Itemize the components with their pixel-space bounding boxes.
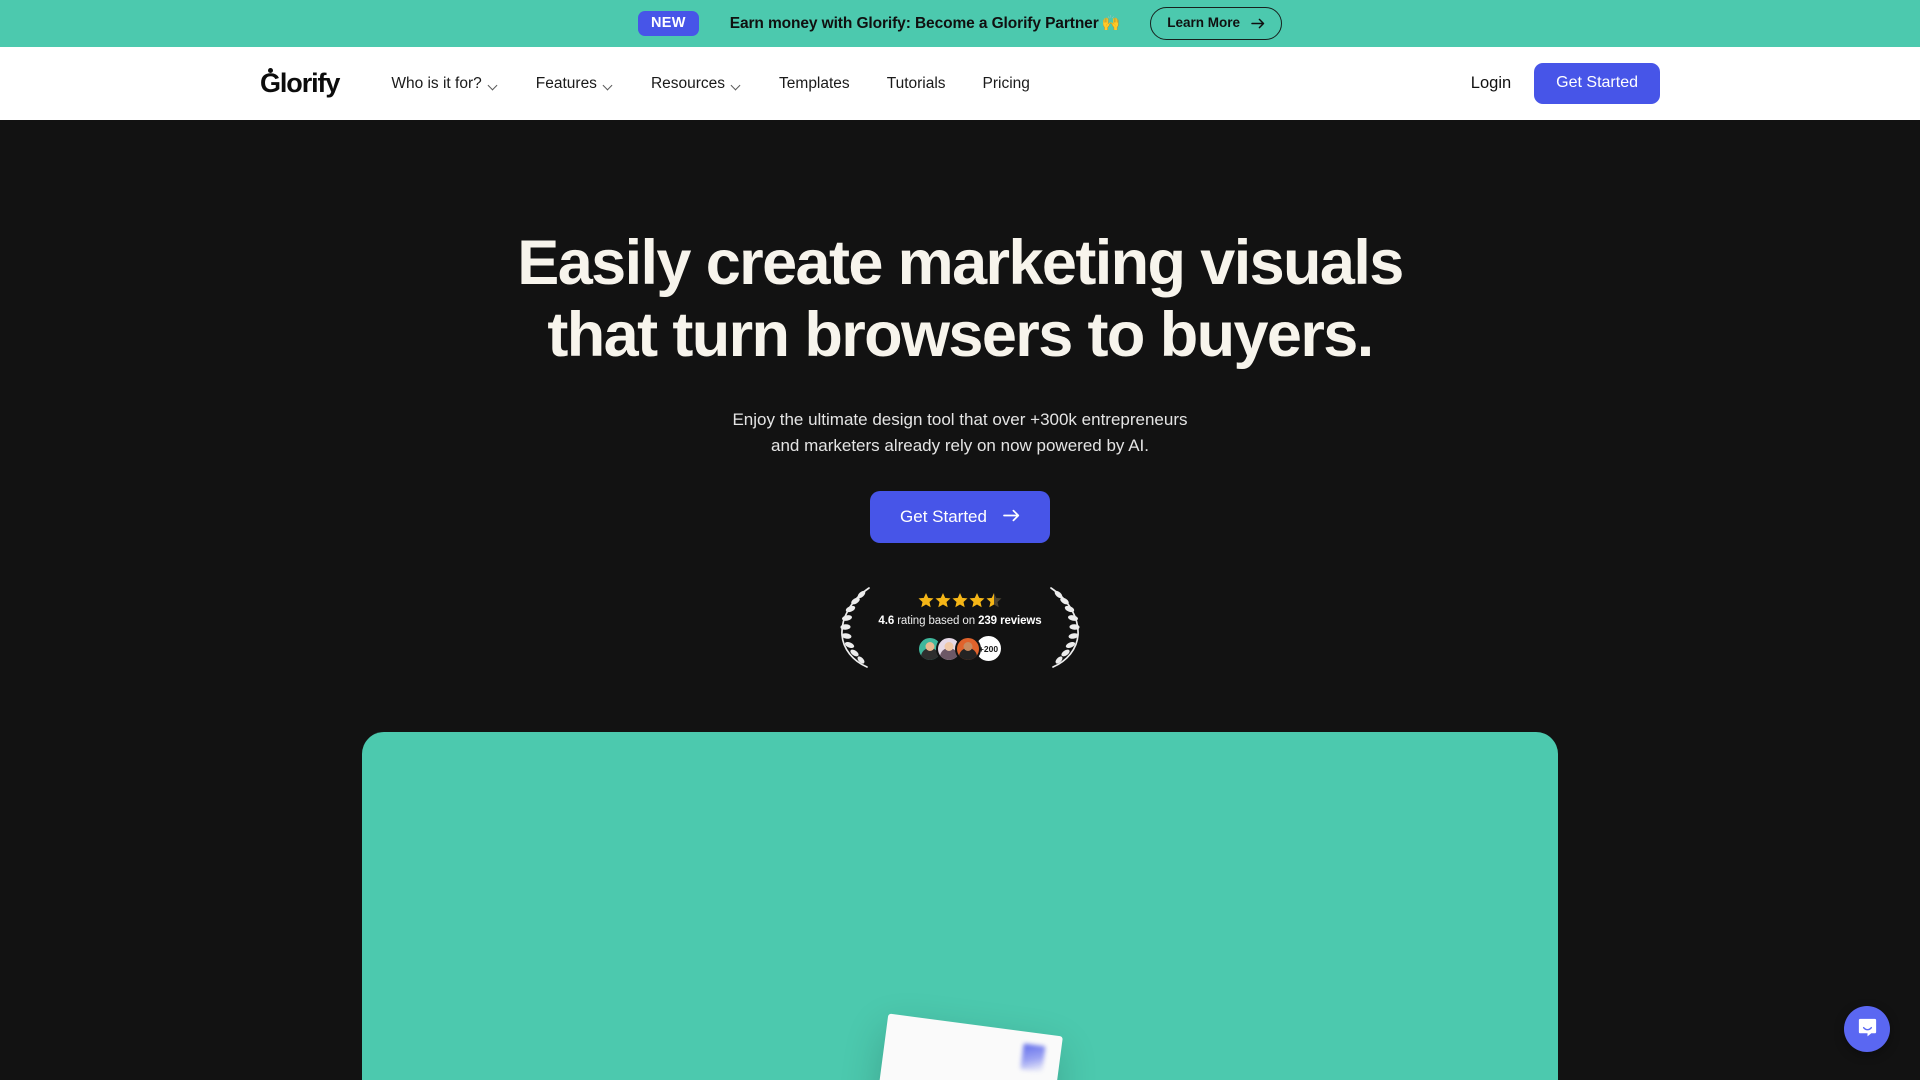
nav-links: Who is it for? Features Resources Templa… [391, 67, 1030, 101]
new-badge: NEW [637, 10, 699, 37]
announcement-message: Earn money with Glorify: Become a Glorif… [729, 14, 1099, 32]
star-icon-half [986, 592, 1002, 613]
nav-item-features[interactable]: Features [536, 67, 614, 101]
login-link[interactable]: Login [1471, 74, 1511, 93]
hero-headline-line-2: that turn browsers to buyers. [547, 299, 1374, 370]
laurel-wreath-left-icon [836, 585, 872, 674]
rating-summary-text: 4.6 rating based on 239 reviews [878, 615, 1041, 627]
star-icon-filled [935, 592, 951, 613]
hero-headline-line-1: Easily create marketing visuals [517, 228, 1404, 298]
rating-score: 4.6 [878, 615, 895, 628]
reviewer-avatar-3 [955, 635, 981, 662]
hero-headline: Easily create marketing visuals that tur… [410, 228, 1510, 371]
get-started-button-hero[interactable]: Get Started [870, 490, 1050, 543]
star-icon-filled [918, 592, 934, 613]
chevron-down-icon [732, 82, 742, 88]
hero-cta-wrapper: Get Started [0, 490, 1920, 543]
nav-item-templates[interactable]: Templates [779, 67, 850, 101]
nav-right-group: Login Get Started [1471, 63, 1660, 104]
card-gradient-accent [1020, 1043, 1046, 1072]
reviewer-avatars: +200 [917, 634, 1003, 664]
hero-sub-line-1: Enjoy the ultimate design tool that over… [732, 410, 1188, 429]
get-started-label: Get Started [900, 506, 987, 526]
nav-item-who-is-it-for[interactable]: Who is it for? [391, 67, 498, 101]
glorify-logo[interactable]: Glorify [260, 68, 343, 99]
nav-item-resources[interactable]: Resources [651, 67, 742, 101]
get-started-button-nav[interactable]: Get Started [1534, 63, 1660, 104]
announcement-banner: NEW Earn money with Glorify: Become a Gl… [0, 0, 1920, 47]
learn-more-button[interactable]: Learn More [1150, 7, 1282, 40]
learn-more-label: Learn More [1167, 15, 1240, 31]
rating-core: 4.6 rating based on 239 reviews +200 [872, 592, 1047, 664]
chevron-down-icon [604, 82, 614, 88]
laurel-wreath-right-icon [1048, 585, 1084, 674]
nav-item-label: Features [535, 74, 597, 92]
hero-sub-line-2: and marketers already rely on now powere… [771, 435, 1149, 455]
hero-subheadline: Enjoy the ultimate design tool that over… [0, 407, 1920, 459]
product-showcase-panel [362, 731, 1558, 1080]
nav-item-label: Resources [650, 74, 726, 92]
arrow-right-icon [1003, 508, 1020, 525]
rating-middle-text: rating based on [894, 615, 979, 628]
chat-bubble-icon [1856, 1016, 1879, 1042]
chevron-down-icon [489, 82, 499, 88]
nav-item-label: Who is it for? [391, 74, 482, 92]
announcement-text: Earn money with Glorify: Become a Glorif… [730, 15, 1121, 33]
nav-left-group: Glorify Who is it for? Features Resource… [260, 67, 1030, 101]
star-icon-filled [952, 592, 968, 613]
rating-badge: 4.6 rating based on 239 reviews +200 [0, 585, 1920, 674]
star-rating [918, 592, 1002, 613]
nav-item-tutorials[interactable]: Tutorials [887, 67, 946, 101]
announcement-banner-content: NEW Earn money with Glorify: Become a Gl… [637, 7, 1282, 40]
logo-dot-icon [267, 68, 273, 73]
hero-section: Easily create marketing visuals that tur… [0, 120, 1920, 1080]
raising-hands-emoji: 🙌 [1101, 15, 1121, 32]
rating-review-count: 239 reviews [978, 615, 1042, 628]
star-icon-filled [969, 592, 985, 613]
tilted-design-card [857, 1013, 1063, 1080]
top-navigation: Glorify Who is it for? Features Resource… [0, 47, 1920, 120]
arrow-right-icon [1251, 18, 1265, 29]
intercom-chat-launcher[interactable] [1844, 1006, 1890, 1052]
nav-item-pricing[interactable]: Pricing [983, 67, 1030, 101]
